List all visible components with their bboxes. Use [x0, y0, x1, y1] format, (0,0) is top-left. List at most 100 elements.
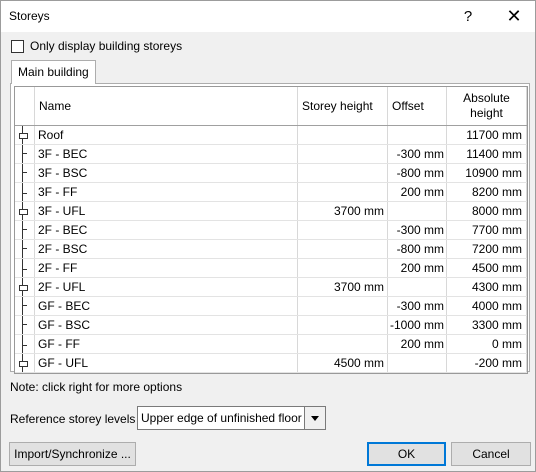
header-absolute-height[interactable]: Absolute height — [447, 87, 527, 125]
name-cell[interactable]: 3F - FF — [35, 183, 298, 201]
reference-storey-value: Upper edge of unfinished floor — [141, 411, 302, 425]
only-building-storeys-option[interactable]: Only display building storeys — [11, 39, 182, 53]
absolute-height-cell[interactable]: 7700 mm — [447, 221, 527, 239]
name-cell[interactable]: GF - FF — [35, 335, 298, 353]
absolute-height-cell[interactable]: 4500 mm — [447, 259, 527, 277]
ok-button[interactable]: OK — [367, 442, 446, 466]
table-row[interactable]: GF - FF 200 mm 0 mm — [15, 335, 527, 354]
absolute-height-cell[interactable]: 4000 mm — [447, 297, 527, 315]
absolute-height-cell[interactable]: 11700 mm — [447, 126, 527, 144]
name-cell[interactable]: 2F - FF — [35, 259, 298, 277]
table-row[interactable]: Roof 11700 mm — [15, 126, 527, 145]
absolute-height-cell[interactable]: 11400 mm — [447, 145, 527, 163]
absolute-height-cell[interactable]: -200 mm — [447, 354, 527, 372]
storey-marker-cell[interactable] — [15, 126, 35, 144]
offset-cell[interactable] — [388, 126, 447, 144]
absolute-height-cell[interactable]: 8000 mm — [447, 202, 527, 220]
table-row[interactable]: 3F - BEC -300 mm 11400 mm — [15, 145, 527, 164]
name-cell[interactable]: 2F - BSC — [35, 240, 298, 258]
help-icon[interactable]: ? — [448, 1, 488, 32]
name-cell[interactable]: Roof — [35, 126, 298, 144]
table-row[interactable]: 2F - BEC -300 mm 7700 mm — [15, 221, 527, 240]
storey-height-cell[interactable] — [298, 145, 388, 163]
storey-marker-cell[interactable] — [15, 354, 35, 372]
header-offset[interactable]: Offset — [388, 87, 447, 125]
close-icon[interactable]: ✕ — [494, 1, 534, 32]
header-storey-height[interactable]: Storey height — [298, 87, 388, 125]
name-cell[interactable]: 3F - BSC — [35, 164, 298, 182]
table-row[interactable]: 3F - FF 200 mm 8200 mm — [15, 183, 527, 202]
storey-height-cell[interactable] — [298, 221, 388, 239]
storey-marker-cell[interactable] — [15, 202, 35, 220]
offset-cell[interactable]: 200 mm — [388, 335, 447, 353]
table-row[interactable]: GF - BSC -1000 mm 3300 mm — [15, 316, 527, 335]
offset-cell[interactable]: -800 mm — [388, 164, 447, 182]
name-cell[interactable]: 2F - UFL — [35, 278, 298, 296]
storey-marker-cell[interactable] — [15, 164, 35, 182]
name-cell[interactable]: GF - BSC — [35, 316, 298, 334]
storey-height-cell[interactable] — [298, 183, 388, 201]
offset-cell[interactable]: -1000 mm — [388, 316, 447, 334]
offset-cell[interactable]: 200 mm — [388, 183, 447, 201]
storey-line-icon — [18, 126, 32, 144]
dropdown-button[interactable] — [304, 407, 325, 429]
storey-line-icon — [18, 259, 32, 277]
absolute-height-cell[interactable]: 7200 mm — [447, 240, 527, 258]
storey-line-icon — [18, 297, 32, 315]
offset-cell[interactable]: -300 mm — [388, 221, 447, 239]
storey-height-cell[interactable]: 3700 mm — [298, 202, 388, 220]
storey-height-cell[interactable] — [298, 164, 388, 182]
storey-height-cell[interactable]: 3700 mm — [298, 278, 388, 296]
absolute-height-cell[interactable]: 8200 mm — [447, 183, 527, 201]
chevron-down-icon — [311, 415, 319, 421]
storey-height-cell[interactable] — [298, 335, 388, 353]
note-text: Note: click right for more options — [10, 380, 183, 394]
offset-cell[interactable] — [388, 202, 447, 220]
offset-cell[interactable]: -800 mm — [388, 240, 447, 258]
absolute-height-cell[interactable]: 3300 mm — [447, 316, 527, 334]
storey-height-cell[interactable] — [298, 240, 388, 258]
storey-height-cell[interactable] — [298, 126, 388, 144]
name-cell[interactable]: 3F - UFL — [35, 202, 298, 220]
name-cell[interactable]: GF - BEC — [35, 297, 298, 315]
storey-marker-cell[interactable] — [15, 316, 35, 334]
absolute-height-cell[interactable]: 0 mm — [447, 335, 527, 353]
table-row[interactable]: GF - BEC -300 mm 4000 mm — [15, 297, 527, 316]
offset-cell[interactable] — [388, 354, 447, 372]
header-name[interactable]: Name — [35, 87, 298, 125]
name-cell[interactable]: 2F - BEC — [35, 221, 298, 239]
storey-marker-cell[interactable] — [15, 240, 35, 258]
storey-height-cell[interactable]: 4500 mm — [298, 354, 388, 372]
storey-marker-cell[interactable] — [15, 259, 35, 277]
table-row[interactable]: 3F - BSC -800 mm 10900 mm — [15, 164, 527, 183]
storey-marker-cell[interactable] — [15, 297, 35, 315]
offset-cell[interactable]: -300 mm — [388, 297, 447, 315]
table-row[interactable]: 3F - UFL 3700 mm 8000 mm — [15, 202, 527, 221]
name-cell[interactable]: 3F - BEC — [35, 145, 298, 163]
offset-cell[interactable]: 200 mm — [388, 259, 447, 277]
table-row[interactable]: 2F - UFL 3700 mm 4300 mm — [15, 278, 527, 297]
storey-marker-cell[interactable] — [15, 145, 35, 163]
absolute-height-cell[interactable]: 10900 mm — [447, 164, 527, 182]
storey-marker-cell[interactable] — [15, 221, 35, 239]
header-gutter — [15, 87, 35, 125]
offset-cell[interactable] — [388, 278, 447, 296]
only-building-storeys-checkbox[interactable] — [11, 39, 24, 53]
storey-marker-cell[interactable] — [15, 335, 35, 353]
reference-storey-select[interactable]: Upper edge of unfinished floor — [137, 406, 326, 430]
storey-marker-cell[interactable] — [15, 278, 35, 296]
table-body: Roof 11700 mm 3F - BEC -300 mm 11400 mm 3F - … — [15, 126, 527, 373]
offset-cell[interactable]: -300 mm — [388, 145, 447, 163]
storey-height-cell[interactable] — [298, 297, 388, 315]
table-row[interactable]: 2F - FF 200 mm 4500 mm — [15, 259, 527, 278]
table-row[interactable]: 2F - BSC -800 mm 7200 mm — [15, 240, 527, 259]
tab-main-building[interactable]: Main building — [11, 60, 96, 84]
storey-height-cell[interactable] — [298, 316, 388, 334]
table-row[interactable]: GF - UFL 4500 mm -200 mm — [15, 354, 527, 373]
absolute-height-cell[interactable]: 4300 mm — [447, 278, 527, 296]
name-cell[interactable]: GF - UFL — [35, 354, 298, 372]
cancel-button[interactable]: Cancel — [451, 442, 531, 466]
storey-marker-cell[interactable] — [15, 183, 35, 201]
storey-height-cell[interactable] — [298, 259, 388, 277]
import-synchronize-button[interactable]: Import/Synchronize ... — [9, 442, 136, 466]
